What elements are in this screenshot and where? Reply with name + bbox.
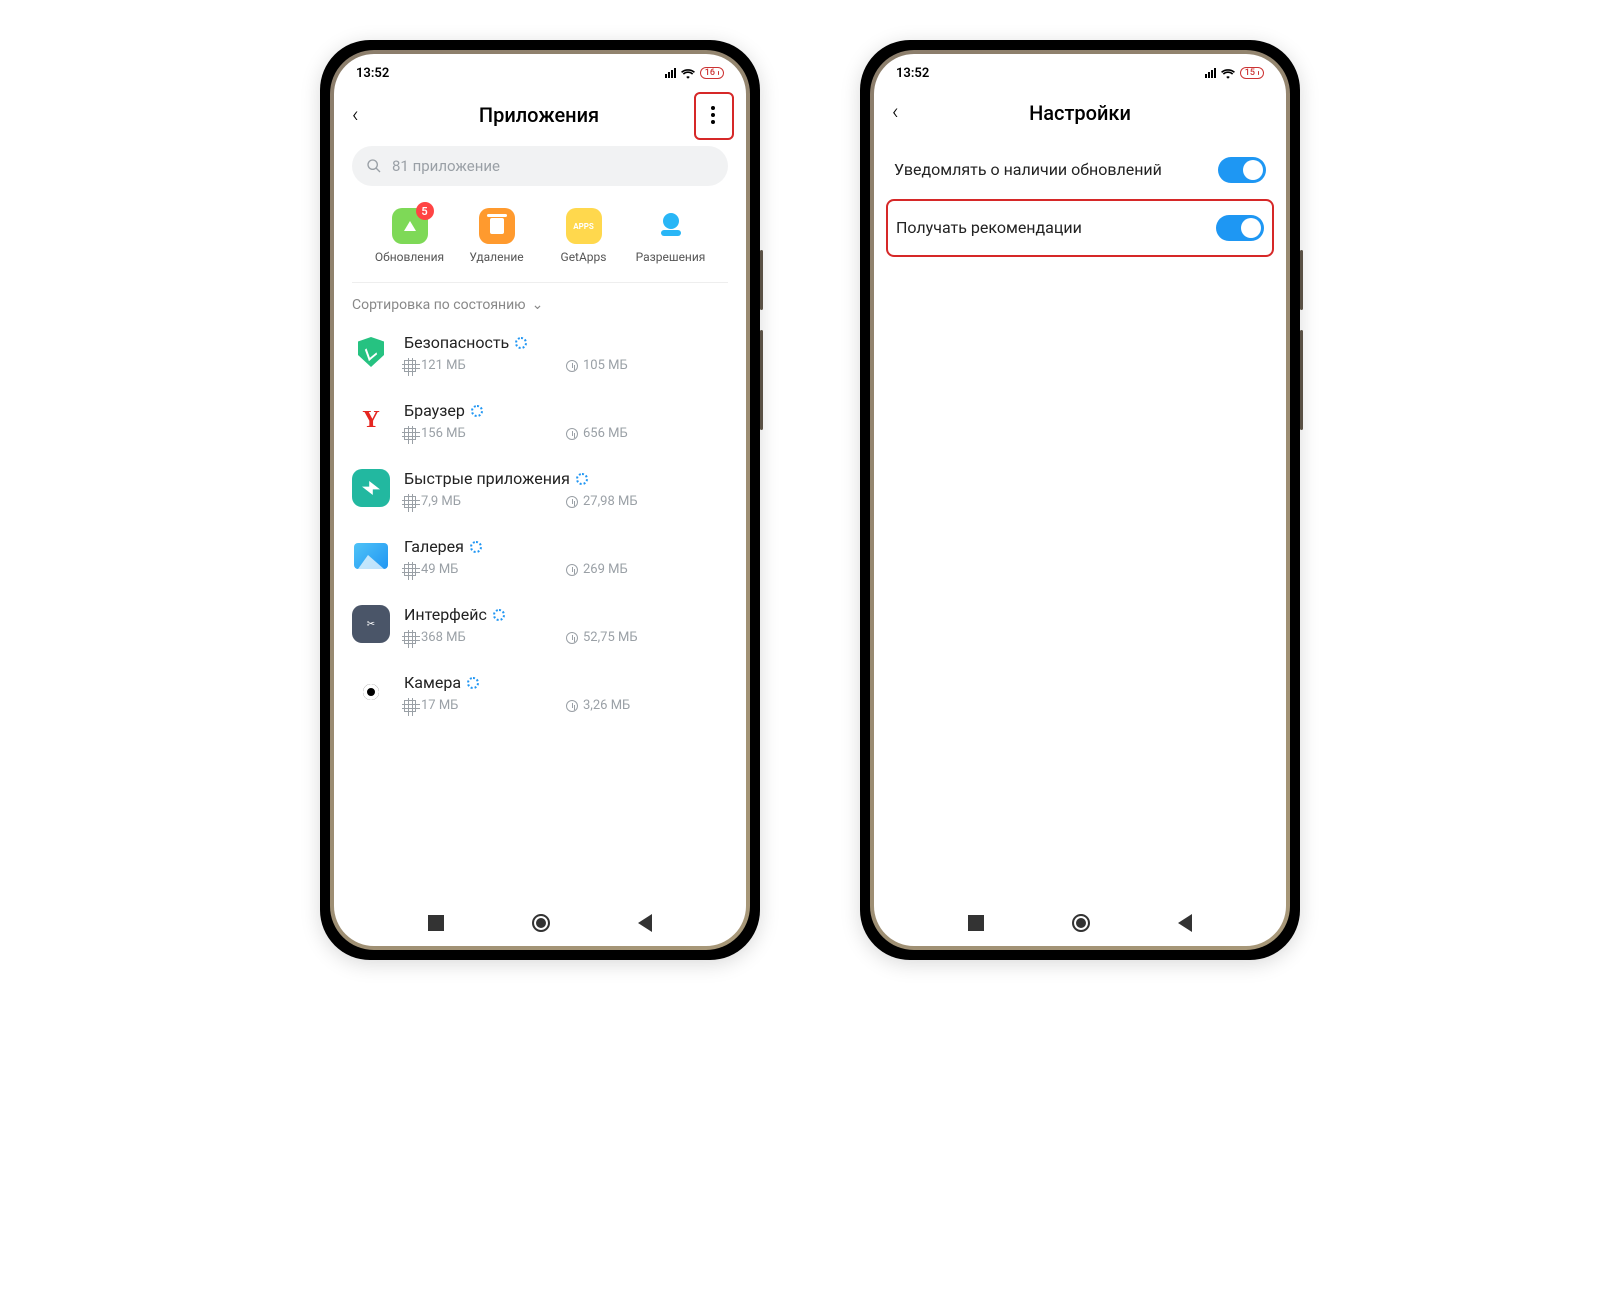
list-item[interactable]: ✂ Интерфейс 368 МБ 52,75 МБ	[352, 591, 728, 659]
app-icon-interface: ✂	[352, 605, 390, 643]
list-item[interactable]: Быстрые приложения 7,9 МБ 27,98 МБ	[352, 455, 728, 523]
chip-getapps[interactable]: APPS GetApps	[544, 208, 624, 264]
action-chips: 5 Обновления Удаление APPS GetApps Разр	[352, 200, 728, 283]
wifi-icon	[1221, 68, 1235, 79]
header: ‹ Настройки	[874, 86, 1286, 133]
setting-label: Уведомлять о наличии обновлений	[894, 160, 1218, 181]
storage-icon	[404, 700, 416, 712]
loading-icon	[467, 677, 479, 689]
search-placeholder: 81 приложение	[392, 157, 500, 175]
spacer	[874, 265, 1286, 900]
nav-recent-button[interactable]	[968, 915, 984, 931]
status-bar: 13:52 15	[874, 54, 1286, 86]
storage-icon	[404, 428, 416, 440]
clock-icon	[566, 496, 578, 508]
search-input[interactable]: 81 приложение	[352, 146, 728, 186]
trash-icon	[479, 208, 515, 244]
update-icon: 5	[392, 208, 428, 244]
chevron-down-icon: ⌄	[532, 297, 544, 313]
storage-icon	[404, 564, 416, 576]
clock-icon	[566, 360, 578, 372]
clock-icon	[566, 564, 578, 576]
list-item[interactable]: Камера 17 МБ 3,26 МБ	[352, 659, 728, 727]
loading-icon	[576, 473, 588, 485]
sort-label: Сортировка по состоянию	[352, 297, 526, 313]
nav-recent-button[interactable]	[428, 915, 444, 931]
status-time: 13:52	[356, 66, 389, 81]
app-icon-gallery	[352, 537, 390, 575]
wifi-icon	[681, 68, 695, 79]
phone-right: 13:52 15 ‹ Настройки Уведомлять о наличи…	[860, 40, 1300, 960]
setting-label: Получать рекомендации	[896, 218, 1216, 239]
chip-label: Обновления	[375, 250, 444, 264]
status-right: 15	[1205, 67, 1264, 79]
nav-back-button[interactable]	[638, 914, 652, 932]
app-icon-security	[352, 333, 390, 371]
storage-icon	[404, 360, 416, 372]
chip-updates[interactable]: 5 Обновления	[370, 208, 450, 264]
back-button[interactable]: ‹	[892, 100, 920, 125]
loading-icon	[493, 609, 505, 621]
annotation-highlight	[694, 92, 734, 140]
setting-recommendations[interactable]: Получать рекомендации	[886, 199, 1274, 257]
app-list: Безопасность 121 МБ 105 МБ Y Браузер 156…	[334, 319, 746, 900]
app-icon-camera	[352, 673, 390, 711]
setting-notify-updates[interactable]: Уведомлять о наличии обновлений	[892, 141, 1268, 199]
phone-left: 13:52 16 ‹ Приложения 81 приложение	[320, 40, 760, 960]
nav-home-button[interactable]	[1072, 914, 1090, 932]
chip-label: Разрешения	[636, 250, 706, 264]
chip-label: Удаление	[469, 250, 523, 264]
search-icon	[366, 158, 382, 174]
toggle-switch[interactable]	[1216, 215, 1264, 241]
nav-bar	[334, 900, 746, 946]
screen-left: 13:52 16 ‹ Приложения 81 приложение	[334, 54, 746, 946]
nav-bar	[874, 900, 1286, 946]
back-button[interactable]: ‹	[352, 103, 380, 128]
app-icon-browser: Y	[352, 401, 390, 439]
permissions-icon	[653, 208, 689, 244]
page-title: Настройки	[920, 101, 1240, 125]
signal-icon	[665, 68, 676, 78]
storage-icon	[404, 496, 416, 508]
bezel: 13:52 15 ‹ Настройки Уведомлять о наличи…	[870, 50, 1290, 950]
list-item[interactable]: Y Браузер 156 МБ 656 МБ	[352, 387, 728, 455]
settings-list: Уведомлять о наличии обновлений Получать…	[874, 133, 1286, 265]
loading-icon	[470, 541, 482, 553]
chip-permissions[interactable]: Разрешения	[631, 208, 711, 264]
battery-icon: 16	[700, 67, 724, 79]
clock-icon	[566, 428, 578, 440]
getapps-icon: APPS	[566, 208, 602, 244]
update-badge: 5	[416, 202, 434, 220]
clock-icon	[566, 700, 578, 712]
toggle-switch[interactable]	[1218, 157, 1266, 183]
status-bar: 13:52 16	[334, 54, 746, 86]
page-title: Приложения	[380, 103, 698, 127]
status-right: 16	[665, 67, 724, 79]
signal-icon	[1205, 68, 1216, 78]
app-icon-quickapps	[352, 469, 390, 507]
nav-back-button[interactable]	[1178, 914, 1192, 932]
nav-home-button[interactable]	[532, 914, 550, 932]
screen-right: 13:52 15 ‹ Настройки Уведомлять о наличи…	[874, 54, 1286, 946]
chip-label: GetApps	[561, 250, 607, 264]
bezel: 13:52 16 ‹ Приложения 81 приложение	[330, 50, 750, 950]
header: ‹ Приложения	[334, 86, 746, 138]
list-item[interactable]: Безопасность 121 МБ 105 МБ	[352, 319, 728, 387]
clock-icon	[566, 632, 578, 644]
status-time: 13:52	[896, 66, 929, 81]
loading-icon	[515, 337, 527, 349]
list-item[interactable]: Галерея 49 МБ 269 МБ	[352, 523, 728, 591]
battery-icon: 15	[1240, 67, 1264, 79]
chip-uninstall[interactable]: Удаление	[457, 208, 537, 264]
loading-icon	[471, 405, 483, 417]
storage-icon	[404, 632, 416, 644]
sort-dropdown[interactable]: Сортировка по состоянию ⌄	[334, 283, 746, 319]
